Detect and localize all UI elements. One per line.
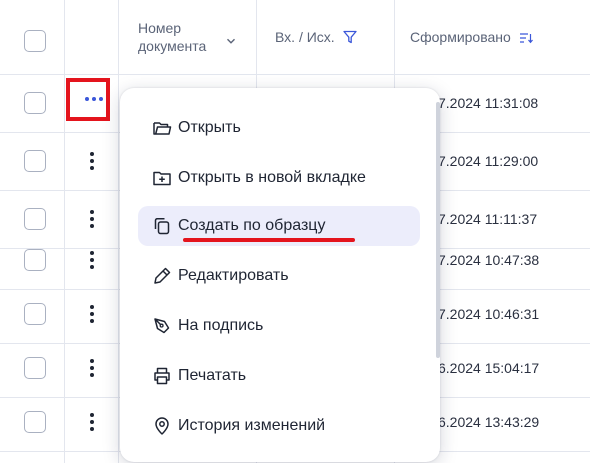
generated-date: 7.2024 10:46:31 xyxy=(438,306,540,322)
column-header-label: Вх. / Исх. xyxy=(275,29,335,45)
menu-item-label: На подпись xyxy=(178,317,264,334)
new-tab-icon xyxy=(152,168,172,188)
more-vertical-icon[interactable] xyxy=(88,151,96,171)
print-icon xyxy=(152,366,172,386)
column-header-label: Номер xyxy=(138,20,182,36)
generated-date: 7.2024 11:31:08 xyxy=(438,95,539,111)
menu-item-label: История изменений xyxy=(178,417,326,434)
generated-date: 6.2024 13:43:29 xyxy=(438,414,540,430)
folder-open-icon xyxy=(152,118,172,138)
sign-icon xyxy=(152,316,172,336)
annotation-underline xyxy=(183,238,355,242)
menu-item-label: Печатать xyxy=(178,367,247,384)
menu-item-edit[interactable]: Редактировать xyxy=(138,256,420,296)
column-header-doc-number[interactable]: Номер документа xyxy=(138,0,256,74)
row-checkbox[interactable] xyxy=(24,150,46,172)
more-vertical-icon[interactable] xyxy=(88,412,96,432)
generated-date: 6.2024 15:04:17 xyxy=(438,360,540,376)
menu-item-send-to-sign[interactable]: На подпись xyxy=(138,306,420,346)
row-checkbox[interactable] xyxy=(24,357,46,379)
copy-icon xyxy=(152,216,172,236)
menu-item-history[interactable]: История изменений xyxy=(138,406,420,446)
menu-item-label: Редактировать xyxy=(178,267,289,284)
column-header-generated[interactable]: Сформировано xyxy=(410,0,590,74)
column-header-direction[interactable]: Вх. / Исх. xyxy=(275,0,385,74)
edit-icon xyxy=(152,266,172,286)
menu-item-open[interactable]: Открыть xyxy=(138,108,420,148)
context-menu: Открыть Открыть в новой вкладке Создать … xyxy=(120,88,440,462)
history-icon xyxy=(152,416,172,436)
chevron-down-icon[interactable] xyxy=(226,32,236,44)
more-vertical-icon[interactable] xyxy=(88,358,96,378)
column-header-label: документа xyxy=(138,38,207,54)
sort-icon[interactable] xyxy=(519,31,533,44)
more-vertical-icon[interactable] xyxy=(88,250,96,270)
select-all-checkbox[interactable] xyxy=(24,30,46,52)
row-checkbox[interactable] xyxy=(24,249,46,271)
row-checkbox[interactable] xyxy=(24,303,46,325)
menu-item-label: Открыть xyxy=(178,119,241,136)
table-header: Номер документа Вх. / Исх. Сформировано xyxy=(0,0,590,74)
menu-item-label: Открыть в новой вкладке xyxy=(178,169,366,186)
more-vertical-icon[interactable] xyxy=(88,304,96,324)
menu-scrollbar[interactable] xyxy=(436,102,440,358)
annotation-highlight-box xyxy=(66,78,110,121)
menu-item-label: Создать по образцу xyxy=(178,217,326,234)
menu-item-print[interactable]: Печатать xyxy=(138,356,420,396)
row-checkbox[interactable] xyxy=(24,92,46,114)
filter-icon[interactable] xyxy=(343,30,357,44)
more-vertical-icon[interactable] xyxy=(88,209,96,229)
generated-date: 7.2024 10:47:38 xyxy=(438,252,540,268)
column-header-label: Сформировано xyxy=(410,29,511,45)
menu-item-open-new-tab[interactable]: Открыть в новой вкладке xyxy=(138,158,420,198)
row-checkbox[interactable] xyxy=(24,411,46,433)
row-checkbox[interactable] xyxy=(24,208,46,230)
generated-date: 7.2024 11:29:00 xyxy=(438,153,539,169)
